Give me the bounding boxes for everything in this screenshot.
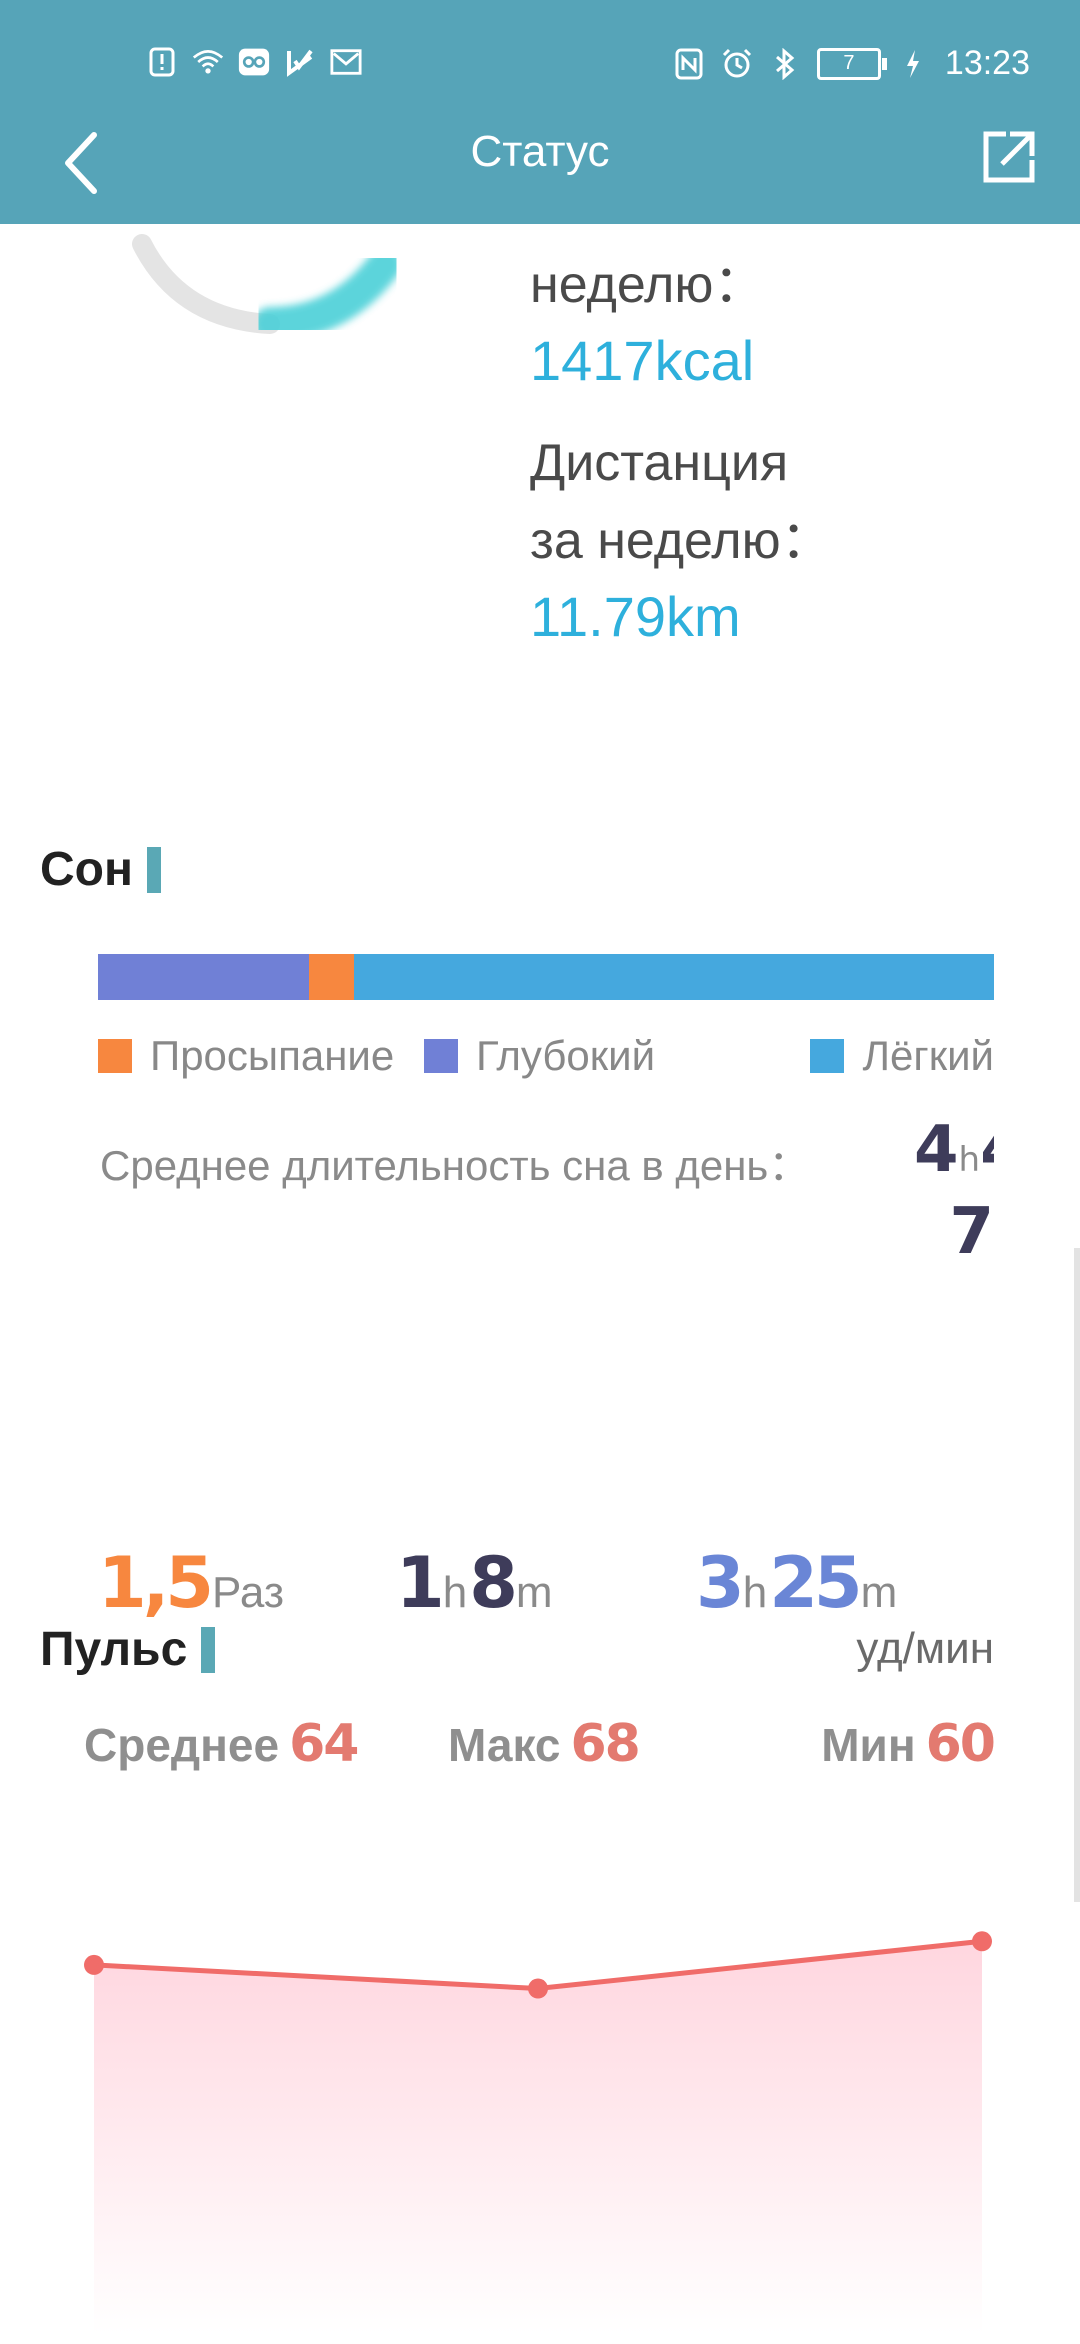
sleep-average-hours-unit: h: [958, 1140, 981, 1180]
weekly-calories-label: неделю：: [530, 256, 766, 314]
legend-awake-label: Просыпание: [150, 1032, 395, 1079]
scrollbar[interactable]: [1074, 1248, 1080, 1902]
light-sleep-metric: 3 h 25 m: [696, 1542, 899, 1624]
deep-sleep-minutes: 8: [469, 1542, 518, 1624]
status-right-icons: 7 13:23: [673, 44, 1030, 83]
pulse-section-title: Пульс: [40, 1622, 216, 1677]
wifi-icon: [192, 46, 224, 78]
status-bar: 7 13:23: [0, 0, 1080, 128]
sleep-average-value: 4h4 7: [914, 1114, 994, 1274]
legend-deep-swatch: [424, 1039, 458, 1073]
awake-count-value: 1,5: [98, 1542, 214, 1624]
pulse-title-text: Пульс: [40, 1623, 188, 1676]
content[interactable]: неделю： 1417kcal Дистанция за неделю： 11…: [0, 224, 1080, 2340]
weekly-distance-label-line2: за неделю：: [530, 512, 833, 570]
pulse-min-label: Мин: [821, 1719, 916, 1771]
status-left-icons: [146, 46, 362, 78]
share-icon: [983, 131, 1035, 183]
deep-sleep-hours-unit: h: [442, 1568, 468, 1617]
sleep-average-row: Среднее длительность сна в день： 4h4 7: [100, 1114, 994, 1268]
weekly-stats: неделю： 1417kcal Дистанция за неделю： 11…: [530, 246, 1000, 654]
sleep-segment-awake: [309, 954, 354, 1000]
sleep-average-minutes-part2: 7: [949, 1195, 994, 1269]
check-icon: [284, 46, 316, 78]
charging-icon: [897, 48, 929, 80]
sleep-segment-deep: [98, 954, 309, 1000]
legend-awake: Просыпание: [98, 1032, 394, 1080]
status-time: 13:23: [944, 44, 1030, 82]
legend-deep-label: Глубокий: [476, 1032, 656, 1079]
mail-icon: [330, 46, 362, 78]
light-sleep-hours: 3: [696, 1542, 745, 1624]
legend-light: Лёгкий: [810, 1032, 994, 1080]
sleep-phase-bar: [98, 954, 994, 1000]
awake-count-unit: Раз: [212, 1568, 285, 1617]
legend-light-label: Лёгкий: [862, 1032, 994, 1079]
pulse-stats-row: Среднее 64 Макс 68 Мин 60: [84, 1714, 996, 1784]
header: 7 13:23 Статус: [0, 0, 1080, 224]
pulse-min: Мин 60: [821, 1714, 996, 1774]
share-button[interactable]: [974, 122, 1044, 192]
battery-level: 7: [843, 52, 855, 74]
sleep-segment-light: [354, 954, 994, 1000]
alarm-icon: [721, 48, 753, 80]
light-sleep-minutes: 25: [769, 1542, 862, 1624]
sleep-title-text: Сон: [40, 843, 133, 896]
pulse-max: Макс 68: [448, 1714, 641, 1774]
weekly-calories-value: 1417kcal: [530, 329, 755, 392]
weekly-distance-value: 11.79km: [530, 585, 741, 648]
sleep-average-hours: 4: [914, 1114, 959, 1187]
weekly-distance-label-line1: Дистанция: [530, 434, 789, 492]
sleep-legend: Просыпание Глубокий Лёгкий: [98, 1032, 994, 1082]
pulse-point: [528, 1978, 548, 1999]
pulse-max-value: 68: [570, 1714, 640, 1774]
light-sleep-minutes-unit: m: [860, 1568, 898, 1617]
awake-count-metric: 1,5 Раз: [98, 1542, 286, 1624]
legend-deep: Глубокий: [424, 1032, 655, 1080]
sleep-average-label: Среднее длительность сна в день：: [100, 1142, 811, 1189]
deep-sleep-minutes-unit: m: [515, 1568, 553, 1617]
light-sleep-hours-unit: h: [742, 1568, 768, 1617]
pulse-average-value: 64: [289, 1714, 359, 1774]
deep-sleep-metric: 1 h 8 m: [396, 1542, 555, 1624]
pulse-average: Среднее 64: [84, 1714, 359, 1774]
pulse-point: [972, 1931, 992, 1952]
nav-bar: Статус: [0, 118, 1080, 224]
battery-indicator: 7: [816, 47, 887, 80]
pulse-chart: [84, 1931, 992, 2334]
bluetooth-icon: [769, 47, 801, 80]
legend-light-swatch: [810, 1039, 845, 1073]
sleep-title-marker: [146, 846, 161, 893]
pulse-unit: уд/мин: [856, 1624, 994, 1673]
deep-sleep-hours: 1: [396, 1542, 445, 1624]
sleep-average-minutes-part1: 4: [980, 1114, 994, 1187]
page-title: Статус: [470, 127, 610, 176]
pulse-average-label: Среднее: [84, 1719, 280, 1771]
sleep-section-title: Сон: [40, 842, 161, 897]
pulse-point: [84, 1954, 104, 1975]
app-icon: [238, 46, 270, 78]
legend-awake-swatch: [98, 1039, 132, 1073]
pulse-area: [94, 1941, 982, 2334]
pulse-title-marker: [201, 1626, 216, 1673]
pulse-max-label: Макс: [448, 1719, 561, 1771]
nfc-icon: [673, 48, 705, 80]
pulse-min-value: 60: [925, 1714, 996, 1774]
notification-icon: [146, 46, 178, 78]
